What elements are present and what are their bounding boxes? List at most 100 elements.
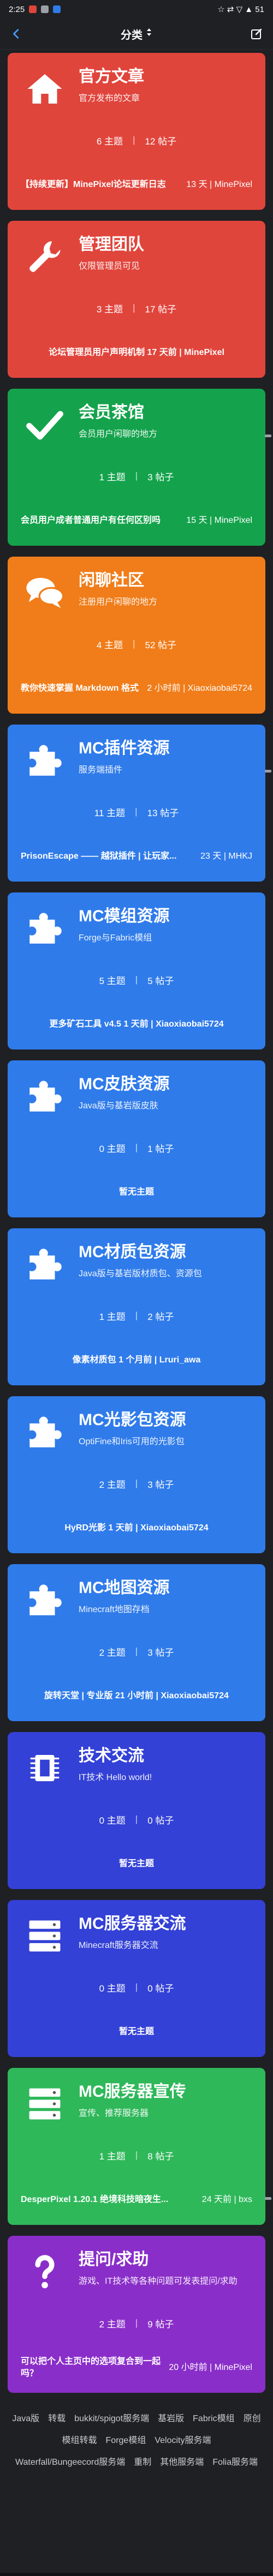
tag-link[interactable]: bukkit/spigot服务端 <box>74 2408 149 2430</box>
scrollbar-thumb[interactable] <box>265 770 271 773</box>
latest-topic[interactable]: 暂无主题 <box>21 1177 252 1208</box>
latest-topic[interactable]: 像素材质包 1 个月前 | Lruri_awa <box>21 1345 252 1376</box>
category-card[interactable]: 闲聊社区 注册用户闲聊的地方 4 主题 | 52 帖子 教你快速掌握 Markd… <box>8 557 265 714</box>
sort-arrows-icon <box>146 27 152 40</box>
category-card[interactable]: 技术交流 IT技术 Hello world! 0 主题 | 0 帖子 暂无主题 <box>8 1732 265 1889</box>
home-icon <box>21 65 69 113</box>
category-card[interactable]: MC材质包资源 Java版与基岩版材质包、资源包 1 主题 | 2 帖子 像素材… <box>8 1228 265 1385</box>
latest-topic[interactable]: 暂无主题 <box>21 2017 252 2047</box>
category-description: Java版与基岩版材质包、资源包 <box>79 1269 202 1278</box>
latest-topic[interactable]: 可以把个人主页中的选项复合到一起吗？ 20 小时前 | MinePixel <box>21 2352 252 2383</box>
tag-link[interactable]: 转载 <box>48 2408 66 2430</box>
category-card[interactable]: 提问/求助 游戏、IT技术等各种问题可发表提问/求助 2 主题 | 9 帖子 可… <box>8 2236 265 2393</box>
tag-link[interactable]: Forge模组 <box>106 2430 146 2452</box>
latest-topic-meta: 15 天 | MinePixel <box>186 516 252 525</box>
app-bar: 分类 <box>0 19 273 50</box>
latest-topic-meta: 24 天前 | bxs <box>201 2195 252 2204</box>
category-card[interactable]: MC地图资源 Minecraft地图存档 2 主题 | 3 帖子 旋转天堂 | … <box>8 1564 265 1721</box>
chevron-left-icon[interactable] <box>8 25 25 43</box>
category-card[interactable]: MC皮肤资源 Java版与基岩版皮肤 0 主题 | 1 帖子 暂无主题 <box>8 1060 265 1217</box>
category-stats: 11 主题 | 13 帖子 <box>21 801 252 823</box>
latest-topic[interactable]: 会员用户成者普通用户有任何区别吗 15 天 | MinePixel <box>21 505 252 536</box>
latest-topic[interactable]: HyRD光影 1 天前 | Xiaoxiaobai5724 <box>21 1513 252 1543</box>
category-card[interactable]: MC模组资源 Forge与Fabric模组 5 主题 | 5 帖子 更多矿石工具… <box>8 892 265 1049</box>
post-count: 3 帖子 <box>147 1479 174 1490</box>
category-stats: 2 主题 | 3 帖子 <box>21 1473 252 1494</box>
category-stats: 1 主题 | 8 帖子 <box>21 2144 252 2166</box>
category-dropdown[interactable]: 分类 <box>121 26 152 42</box>
category-name: 会员茶馆 <box>79 403 144 421</box>
category-description: Minecraft服务器交流 <box>79 1941 158 1950</box>
category-name: 管理团队 <box>79 236 144 254</box>
latest-topic-title: 旋转天堂 | 专业版 21 小时前 | Xiaoxiaobai5724 <box>44 1691 229 1700</box>
category-description: 会员用户闲聊的地方 <box>79 430 158 439</box>
tag-link[interactable]: Fabric模组 <box>193 2408 234 2430</box>
topic-count: 5 主题 <box>99 975 126 986</box>
latest-topic[interactable]: PrisonEscape —— 越狱插件 | 让玩家... 23 天 | MHK… <box>21 841 252 872</box>
category-name: MC光影包资源 <box>79 1411 186 1429</box>
category-stats: 2 主题 | 3 帖子 <box>21 1640 252 1662</box>
post-count: 2 帖子 <box>147 1311 174 1322</box>
latest-topic-title: 暂无主题 <box>118 2027 154 2036</box>
category-name: 技术交流 <box>79 1747 144 1765</box>
topic-count: 0 主题 <box>99 1815 126 1826</box>
category-stats: 4 主题 | 52 帖子 <box>21 633 252 655</box>
topic-count: 1 主题 <box>99 472 126 482</box>
latest-topic[interactable]: 暂无主题 <box>21 1849 252 1879</box>
category-name: MC模组资源 <box>79 907 170 925</box>
category-card[interactable]: 会员茶馆 会员用户闲聊的地方 1 主题 | 3 帖子 会员用户成者普通用户有任何… <box>8 389 265 546</box>
category-card[interactable]: MC光影包资源 OptiFine和Iris可用的光影包 2 主题 | 3 帖子 … <box>8 1396 265 1553</box>
tag-link[interactable]: 基岩版 <box>158 2408 184 2430</box>
category-stats: 2 主题 | 9 帖子 <box>21 2312 252 2334</box>
puzzle-icon <box>21 1408 69 1456</box>
latest-topic-meta: 13 天 | MinePixel <box>186 180 252 189</box>
post-count: 0 帖子 <box>147 1983 174 1994</box>
topic-count: 3 主题 <box>96 304 123 315</box>
server-icon <box>21 1912 69 1960</box>
latest-topic[interactable]: 旋转天堂 | 专业版 21 小时前 | Xiaoxiaobai5724 <box>21 1681 252 1711</box>
category-stats: 6 主题 | 12 帖子 <box>21 129 252 151</box>
category-card[interactable]: MC服务器交流 Minecraft服务器交流 0 主题 | 0 帖子 暂无主题 <box>8 1900 265 2057</box>
category-name: MC地图资源 <box>79 1579 170 1597</box>
notification-icon <box>29 5 37 13</box>
scrollbar-thumb[interactable] <box>265 2197 271 2200</box>
category-stats: 3 主题 | 17 帖子 <box>21 297 252 319</box>
compose-icon[interactable] <box>248 25 265 43</box>
tag-link[interactable]: Velocity服务端 <box>155 2430 211 2452</box>
tag-link[interactable]: 原创 <box>244 2408 261 2430</box>
topic-count: 1 主题 <box>99 1311 126 1322</box>
tag-link[interactable]: Folia服务端 <box>212 2452 258 2474</box>
category-description: OptiFine和Iris可用的光影包 <box>79 1437 185 1446</box>
checkmark-icon <box>21 401 69 449</box>
scrollbar-thumb[interactable] <box>265 435 271 437</box>
category-card[interactable]: 管理团队 仅限管理员可见 3 主题 | 17 帖子 论坛管理员用户声明机制 17… <box>8 221 265 378</box>
latest-topic[interactable]: 【持续更新】MinePixel论坛更新日志 13 天 | MinePixel <box>21 170 252 200</box>
latest-topic-title: 论坛管理员用户声明机制 17 天前 | MinePixel <box>49 348 224 357</box>
page-title: 分类 <box>121 29 143 41</box>
latest-topic[interactable]: 论坛管理员用户声明机制 17 天前 | MinePixel <box>21 337 252 368</box>
latest-topic[interactable]: DesperPixel 1.20.1 绝境科技暗夜生... 24 天前 | bx… <box>21 2185 252 2215</box>
latest-topic[interactable]: 更多矿石工具 v4.5 1 天前 | Xiaoxiaobai5724 <box>21 1009 252 1040</box>
category-card[interactable]: MC插件资源 服务端插件 11 主题 | 13 帖子 PrisonEscape … <box>8 725 265 882</box>
status-indicators: ☆ ⇄ ▽ ▲ 51 <box>217 5 264 14</box>
latest-topic[interactable]: 教你快速掌握 Markdown 格式 2 小时前 | Xiaoxiaobai57… <box>21 673 252 704</box>
latest-topic-title: DesperPixel 1.20.1 绝境科技暗夜生... <box>21 2195 169 2204</box>
category-stats: 1 主题 | 3 帖子 <box>21 465 252 487</box>
puzzle-icon <box>21 1240 69 1288</box>
tag-link[interactable]: Java版 <box>12 2408 39 2430</box>
wrench-icon <box>21 233 69 281</box>
latest-topic-title: PrisonEscape —— 越狱插件 | 让玩家... <box>21 852 177 861</box>
category-card[interactable]: MC服务器宣传 宣传、推荐服务器 1 主题 | 8 帖子 DesperPixel… <box>8 2068 265 2225</box>
post-count: 9 帖子 <box>147 2319 174 2330</box>
category-description: 服务端插件 <box>79 765 123 775</box>
category-description: 游戏、IT技术等各种问题可发表提问/求助 <box>79 2277 238 2286</box>
notification-icon <box>53 5 61 13</box>
tag-link[interactable]: 模组转载 <box>62 2430 97 2452</box>
tag-link[interactable]: 其他服务端 <box>160 2452 204 2474</box>
topic-count: 2 主题 <box>99 1647 126 1658</box>
category-name: MC插件资源 <box>79 739 170 757</box>
category-stats: 0 主题 | 0 帖子 <box>21 1976 252 1998</box>
tag-link[interactable]: Waterfall/Bungeecord服务端 <box>15 2452 125 2474</box>
category-card[interactable]: 官方文章 官方发布的文章 6 主题 | 12 帖子 【持续更新】MinePixe… <box>8 53 265 210</box>
tag-link[interactable]: 重制 <box>134 2452 151 2474</box>
